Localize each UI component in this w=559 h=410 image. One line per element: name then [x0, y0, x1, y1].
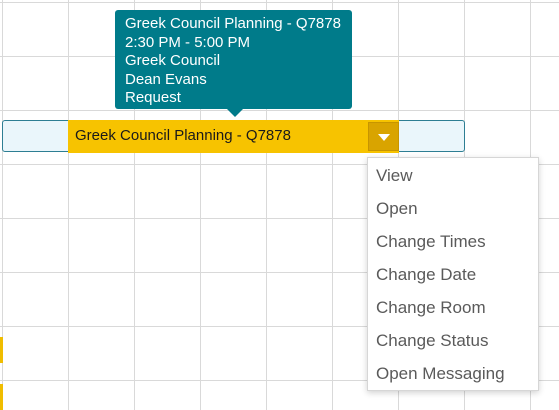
tooltip-group: Greek Council [125, 52, 221, 69]
menu-item-change-times[interactable]: Change Times [368, 225, 538, 258]
menu-item-view[interactable]: View [368, 159, 538, 192]
context-menu: View Open Change Times Change Date Chang… [367, 157, 539, 391]
event-menu-toggle-button[interactable] [368, 122, 399, 151]
tooltip-arrow [227, 109, 243, 117]
menu-item-change-room[interactable]: Change Room [368, 291, 538, 324]
tooltip-time: 2:30 PM - 5:00 PM [125, 33, 251, 51]
menu-item-change-status[interactable]: Change Status [368, 324, 538, 357]
event-title: Greek Council Planning - Q7878 [75, 127, 291, 144]
tooltip-title: Greek Council Planning - Q7878 [125, 15, 341, 32]
event-block[interactable]: Greek Council Planning - Q7878 [68, 120, 399, 153]
menu-item-change-date[interactable]: Change Date [368, 258, 538, 291]
event-tooltip: Greek Council Planning - Q7878 2:30 PM -… [115, 10, 352, 109]
event-edge-marker [0, 337, 3, 363]
menu-item-open[interactable]: Open [368, 192, 538, 225]
tooltip-contact: Dean Evans [125, 70, 207, 88]
caret-down-icon [378, 134, 390, 141]
menu-item-open-messaging[interactable]: Open Messaging [368, 357, 538, 390]
event-edge-marker [0, 384, 3, 410]
tooltip-status: Request [125, 89, 181, 106]
